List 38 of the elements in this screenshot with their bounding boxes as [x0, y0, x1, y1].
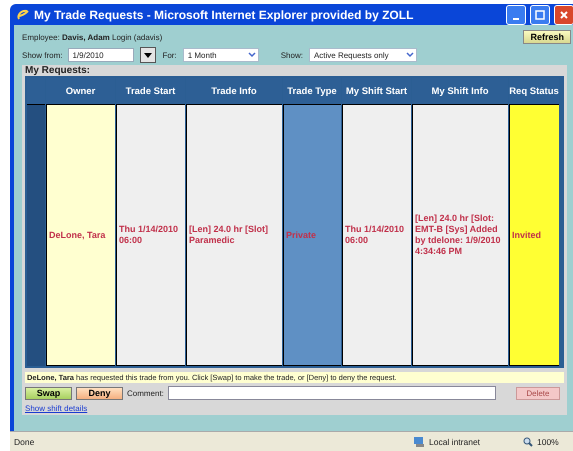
- table-cell: DeLone, Tara: [46, 104, 115, 366]
- shift-details-link[interactable]: Show shift details: [25, 404, 88, 413]
- table-cell: [Len] 24.0 hr [Slot: EMT-B [Sys] Added by tdelone: 1/9/2010 4:34:46 PM: [412, 104, 508, 366]
- swap-button[interactable]: Swap: [25, 386, 72, 400]
- show-label: Show:: [280, 50, 303, 60]
- table-cell: Invited: [509, 104, 559, 366]
- status-text: Done: [13, 436, 36, 446]
- table-cell: Private: [283, 104, 341, 366]
- comment-field[interactable]: [168, 386, 496, 400]
- zoom-icon: [523, 436, 533, 446]
- table-cell: Thu 1/14/2010 06:00: [342, 104, 411, 366]
- refresh-button[interactable]: Refresh: [523, 30, 571, 44]
- deny-button[interactable]: Deny: [76, 386, 123, 400]
- zoom-level[interactable]: 100%: [533, 436, 573, 446]
- network-icon: [413, 436, 425, 448]
- minimize-button[interactable]: [506, 4, 526, 24]
- dropdown-arrow-icon: [144, 52, 152, 58]
- filter-select[interactable]: Active Requests only: [308, 48, 417, 62]
- calendar-button[interactable]: [140, 47, 156, 63]
- section-title: My Requests:: [25, 65, 92, 76]
- comment-label: Comment:: [127, 388, 164, 398]
- zone-text: Local intranet: [428, 436, 482, 446]
- minimize-icon: [513, 18, 519, 20]
- table-cell: [Len] 24.0 hr [Slot] Paramedic: [186, 104, 282, 366]
- period-select[interactable]: 1 Month: [182, 48, 259, 62]
- table-cell: Thu 1/14/2010 06:00: [116, 104, 185, 366]
- date-field[interactable]: 1/9/2010: [68, 48, 134, 62]
- close-icon: [560, 10, 568, 18]
- employee-label: Employee: Davis, Adam Login (adavis): [22, 32, 162, 42]
- close-button[interactable]: [554, 4, 573, 24]
- window-title: My Trade Requests - Microsoft Internet Explorer provided by ZOLL: [34, 8, 414, 22]
- maximize-icon: [535, 10, 545, 20]
- chevron-down-icon: [406, 52, 414, 58]
- show-from-label: Show from:: [22, 50, 62, 60]
- for-label: For:: [162, 50, 177, 60]
- chevron-down-icon: [248, 52, 256, 58]
- browser-icon: [16, 8, 30, 22]
- maximize-button[interactable]: [530, 4, 550, 24]
